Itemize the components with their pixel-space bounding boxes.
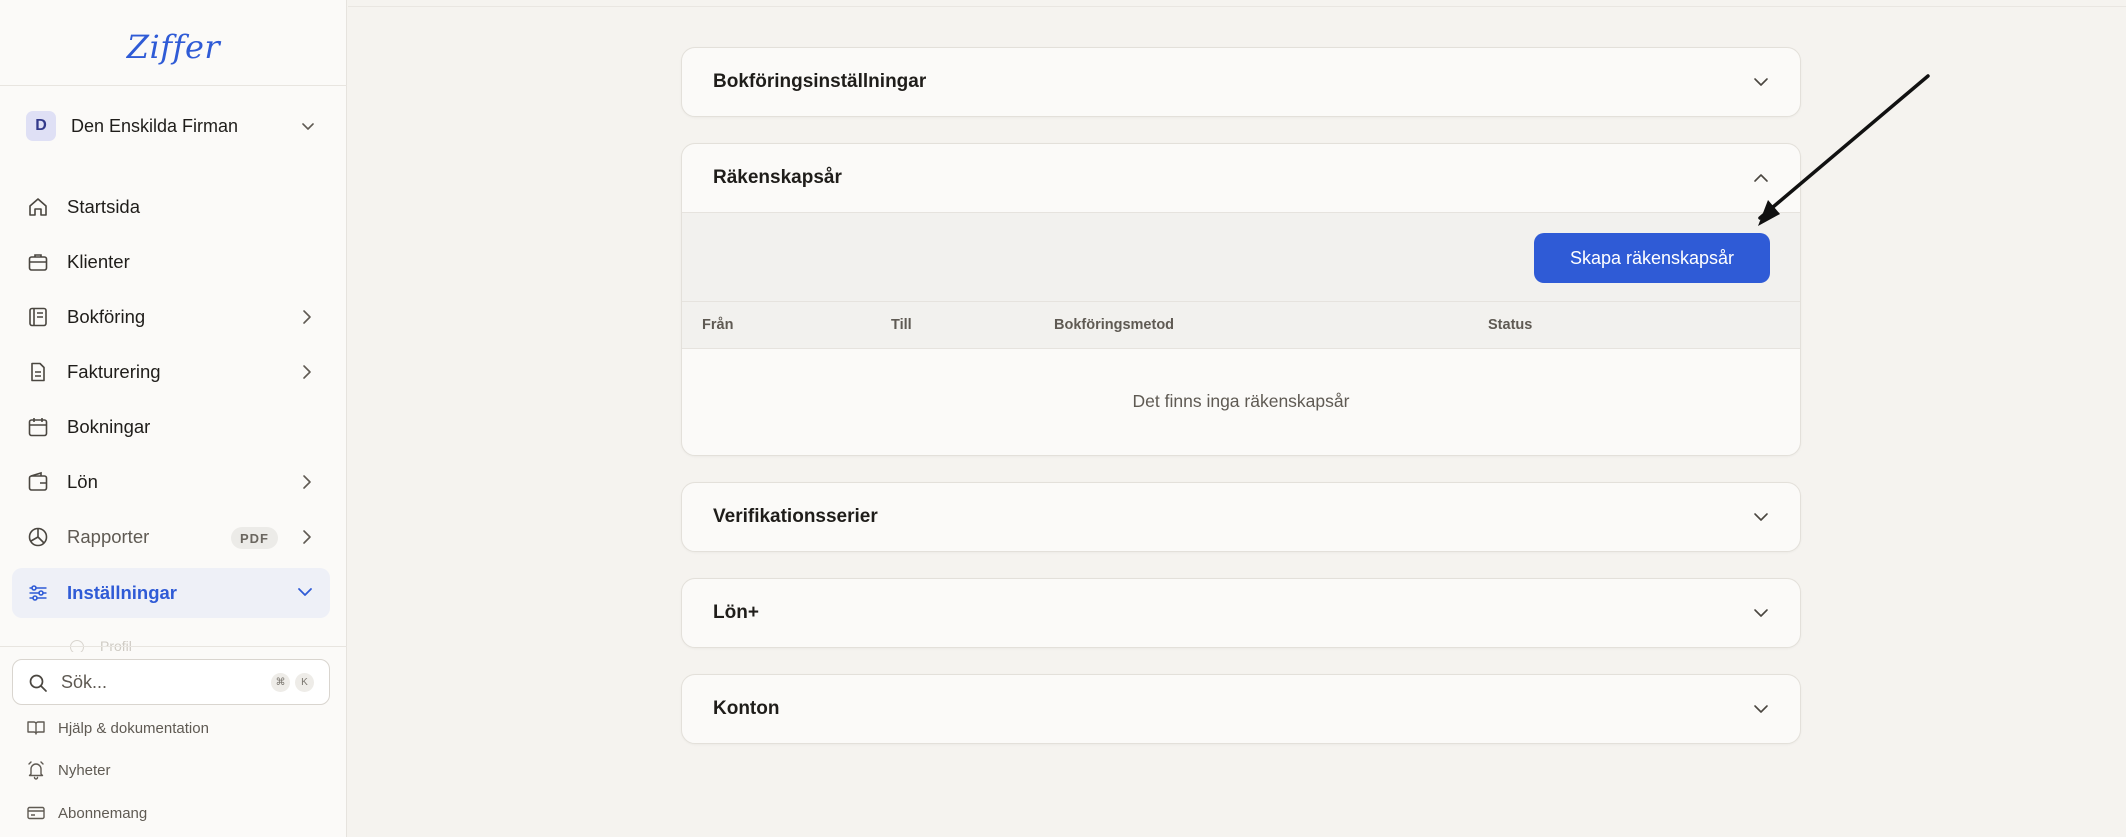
column-header[interactable]: Status xyxy=(1488,317,1532,333)
panel-header[interactable]: Räkenskapsår xyxy=(682,144,1800,212)
nav-item-bokningar[interactable]: Bokningar xyxy=(12,402,330,452)
credit-card-icon xyxy=(27,806,45,820)
nav-item-klienter[interactable]: Klienter xyxy=(12,237,330,287)
nav-label: Bokföring xyxy=(67,306,146,327)
ledger-icon xyxy=(29,307,47,327)
chevron-right-icon xyxy=(303,530,311,544)
help-docs-label: Hjälp & dokumentation xyxy=(58,719,209,737)
company-switcher[interactable]: D Den Enskilda Firman xyxy=(26,110,322,142)
company-avatar: D xyxy=(26,111,56,141)
nav-item-bokforing[interactable]: Bokföring xyxy=(12,292,330,342)
panel-title: Räkenskapsår xyxy=(713,167,842,188)
bell-icon xyxy=(28,761,44,780)
panel-verifikationsserier: Verifikationsserier xyxy=(681,482,1801,552)
nav-item-lon[interactable]: Lön xyxy=(12,457,330,507)
nav-label: Lön xyxy=(67,471,98,492)
empty-state: Det finns inga räkenskapsår xyxy=(1132,390,1350,411)
panel-lon-plus: Lön+ xyxy=(681,578,1801,648)
news-label: Nyheter xyxy=(58,761,111,779)
chevron-down-icon xyxy=(1754,705,1768,713)
panel-toolbar: Skapa räkenskapsår xyxy=(682,212,1800,302)
annotation-arrow xyxy=(1758,74,1930,226)
chevron-down-icon xyxy=(1754,513,1768,521)
subscription-link[interactable]: Abonnemang xyxy=(26,800,147,826)
nav-label: Klienter xyxy=(67,251,130,272)
nav-label: Startsida xyxy=(67,196,141,217)
help-docs-link[interactable]: Hjälp & dokumentation xyxy=(26,715,209,741)
chevron-down-icon xyxy=(1754,609,1768,617)
wallet-icon xyxy=(28,471,48,491)
top-border xyxy=(348,6,2126,7)
chevron-right-icon xyxy=(303,365,311,379)
table-header: Från Till Bokföringsmetod Status xyxy=(682,302,1800,349)
nav-label: Rapporter xyxy=(67,526,150,547)
book-icon xyxy=(27,721,45,735)
faded-subnav-label: Profil xyxy=(100,638,132,652)
nav-item-startsida[interactable]: Startsida xyxy=(12,182,330,232)
search-input[interactable]: Sök... ⌘ K xyxy=(12,659,330,705)
panel-title: Lön+ xyxy=(713,602,759,623)
calendar-icon xyxy=(28,418,48,437)
panel-header[interactable]: Lön+ xyxy=(682,579,1800,647)
panel-title: Bokföringsinställningar xyxy=(713,71,927,92)
pie-chart-icon xyxy=(28,527,48,547)
faded-subnav-item[interactable]: Profil xyxy=(70,638,270,652)
panel-bokforingsinstallningar: Bokföringsinställningar xyxy=(681,47,1801,117)
nav-item-rapporter[interactable]: Rapporter PDF xyxy=(12,512,330,562)
chevron-right-icon xyxy=(303,310,311,324)
chevron-right-icon xyxy=(303,475,311,489)
panel-header[interactable]: Konton xyxy=(682,675,1800,743)
panel-title: Konton xyxy=(713,698,780,719)
document-icon xyxy=(31,362,45,382)
chevron-down-icon xyxy=(302,123,314,130)
app-logo[interactable]: Ziffer xyxy=(0,0,347,86)
briefcase-icon xyxy=(28,254,48,271)
column-header[interactable]: Bokföringsmetod xyxy=(1054,317,1174,333)
panel-header[interactable]: Bokföringsinställningar xyxy=(682,48,1800,116)
panel-title: Verifikationsserier xyxy=(713,506,878,527)
kbd-k: K xyxy=(295,673,314,692)
nav-label: Fakturering xyxy=(67,361,161,382)
search-icon xyxy=(29,674,47,692)
panel-rakenskapsar: Räkenskapsår Skapa räkenskapsår Från Til… xyxy=(681,143,1801,456)
home-icon xyxy=(29,198,47,216)
sidebar: Ziffer D Den Enskilda Firman Startsida K… xyxy=(0,0,347,837)
subscription-label: Abonnemang xyxy=(58,804,148,822)
nav-label: Inställningar xyxy=(67,582,177,603)
news-link[interactable]: Nyheter xyxy=(26,757,111,783)
create-fiscal-year-button[interactable]: Skapa räkenskapsår xyxy=(1534,233,1770,283)
chevron-down-icon xyxy=(298,588,312,596)
column-header[interactable]: Till xyxy=(891,317,912,333)
nav-label: Bokningar xyxy=(67,416,151,437)
nav-item-installningar[interactable]: Inställningar xyxy=(12,568,330,618)
column-header[interactable]: Från xyxy=(702,317,733,333)
kbd-cmd: ⌘ xyxy=(271,673,290,692)
search-placeholder: Sök... xyxy=(61,671,108,692)
company-name: Den Enskilda Firman xyxy=(71,115,239,136)
sliders-icon xyxy=(29,585,47,601)
panel-konton: Konton xyxy=(681,674,1801,744)
nav-item-fakturering[interactable]: Fakturering xyxy=(12,347,330,397)
pdf-badge: PDF xyxy=(231,527,278,549)
panel-header[interactable]: Verifikationsserier xyxy=(682,483,1800,551)
sidebar-divider xyxy=(0,646,347,647)
